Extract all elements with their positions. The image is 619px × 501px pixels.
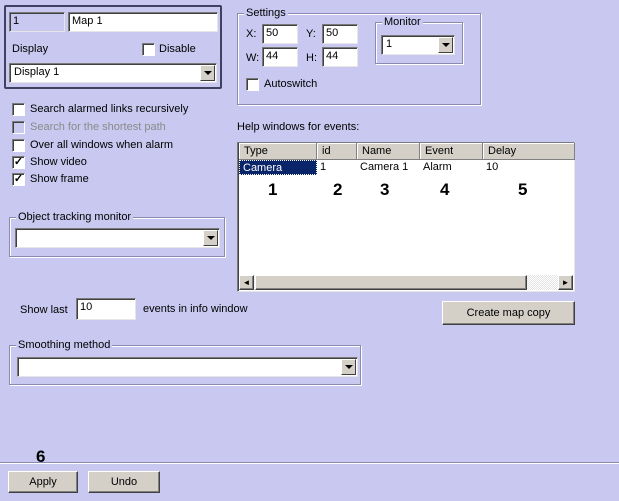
chevron-down-icon[interactable] bbox=[438, 37, 453, 53]
search-alarmed-checkbox[interactable] bbox=[12, 103, 25, 116]
cell-id[interactable]: 1 bbox=[317, 160, 357, 175]
cell-name[interactable]: Camera 1 bbox=[357, 160, 420, 175]
callout-5: 5 bbox=[518, 180, 528, 199]
arrow-right-icon: ► bbox=[561, 278, 570, 287]
display-select-value: Display 1 bbox=[14, 66, 60, 78]
disable-label: Disable bbox=[159, 43, 196, 55]
cell-event[interactable]: Alarm bbox=[420, 160, 483, 175]
scroll-left-button[interactable]: ◄ bbox=[239, 275, 254, 290]
cell-delay[interactable]: 10 bbox=[483, 160, 575, 175]
autoswitch-label: Autoswitch bbox=[264, 78, 318, 90]
cell-type[interactable]: Camera bbox=[239, 160, 317, 175]
chevron-down-icon[interactable] bbox=[341, 359, 356, 375]
column-header-event[interactable]: Event bbox=[420, 143, 483, 160]
y-label: Y: bbox=[306, 28, 316, 40]
search-shortest-label: Search for the shortest path bbox=[30, 121, 166, 133]
chevron-down-icon[interactable] bbox=[200, 65, 215, 81]
show-video-checkbox[interactable]: ✓ bbox=[12, 156, 25, 169]
scroll-thumb[interactable] bbox=[255, 275, 527, 290]
show-last-field[interactable]: 10 bbox=[76, 298, 136, 320]
w-label: W: bbox=[246, 52, 260, 64]
show-video-label: Show video bbox=[30, 156, 87, 168]
scroll-right-button[interactable]: ► bbox=[558, 275, 573, 290]
disable-checkbox[interactable] bbox=[142, 43, 155, 56]
help-grid[interactable]: Type id Name Event Delay Camera 1 Camera… bbox=[237, 142, 575, 292]
show-last-suffix: events in info window bbox=[143, 303, 248, 315]
show-last-label: Show last bbox=[20, 304, 68, 316]
callout-6: 6 bbox=[36, 447, 46, 466]
show-frame-checkbox[interactable]: ✓ bbox=[12, 173, 25, 186]
callout-3: 3 bbox=[380, 180, 390, 199]
autoswitch-checkbox[interactable] bbox=[246, 78, 259, 91]
y-field[interactable]: 50 bbox=[322, 24, 358, 44]
display-label: Display bbox=[12, 43, 49, 55]
smoothing-select[interactable] bbox=[17, 357, 358, 377]
column-header-type[interactable]: Type bbox=[239, 143, 317, 160]
over-all-checkbox[interactable] bbox=[12, 139, 25, 152]
tracking-title: Object tracking monitor bbox=[16, 211, 134, 224]
apply-button[interactable]: Apply bbox=[8, 471, 78, 493]
tracking-select[interactable] bbox=[15, 228, 220, 248]
monitor-title: Monitor bbox=[382, 16, 423, 29]
x-label: X: bbox=[246, 28, 257, 40]
column-header-delay[interactable]: Delay bbox=[483, 143, 575, 160]
h-label: H: bbox=[306, 52, 317, 64]
chevron-down-icon[interactable] bbox=[203, 230, 218, 246]
undo-button[interactable]: Undo bbox=[88, 471, 160, 493]
horizontal-scrollbar[interactable]: ◄ ► bbox=[239, 275, 573, 290]
create-map-copy-button[interactable]: Create map copy bbox=[442, 301, 575, 325]
footer-separator bbox=[0, 462, 619, 464]
column-header-name[interactable]: Name bbox=[357, 143, 420, 160]
h-field[interactable]: 44 bbox=[322, 47, 358, 67]
display-select[interactable]: Display 1 bbox=[9, 63, 217, 83]
callout-2: 2 bbox=[333, 180, 343, 199]
arrow-left-icon: ◄ bbox=[242, 278, 251, 287]
monitor-select-value: 1 bbox=[386, 38, 393, 50]
help-title: Help windows for events: bbox=[237, 121, 360, 133]
callout-4: 4 bbox=[440, 180, 450, 199]
monitor-select[interactable]: 1 bbox=[381, 35, 455, 55]
search-alarmed-label: Search alarmed links recursively bbox=[30, 103, 189, 115]
map-name-field[interactable]: Map 1 bbox=[68, 12, 218, 32]
show-frame-label: Show frame bbox=[30, 173, 89, 185]
callout-1: 1 bbox=[268, 180, 278, 199]
w-field[interactable]: 44 bbox=[262, 47, 298, 67]
map-id-field: 1 bbox=[9, 12, 65, 32]
column-header-id[interactable]: id bbox=[317, 143, 357, 160]
x-field[interactable]: 50 bbox=[262, 24, 298, 44]
smoothing-title: Smoothing method bbox=[16, 339, 113, 352]
search-shortest-checkbox bbox=[12, 121, 25, 134]
settings-title: Settings bbox=[244, 7, 288, 20]
over-all-label: Over all windows when alarm bbox=[30, 139, 174, 151]
